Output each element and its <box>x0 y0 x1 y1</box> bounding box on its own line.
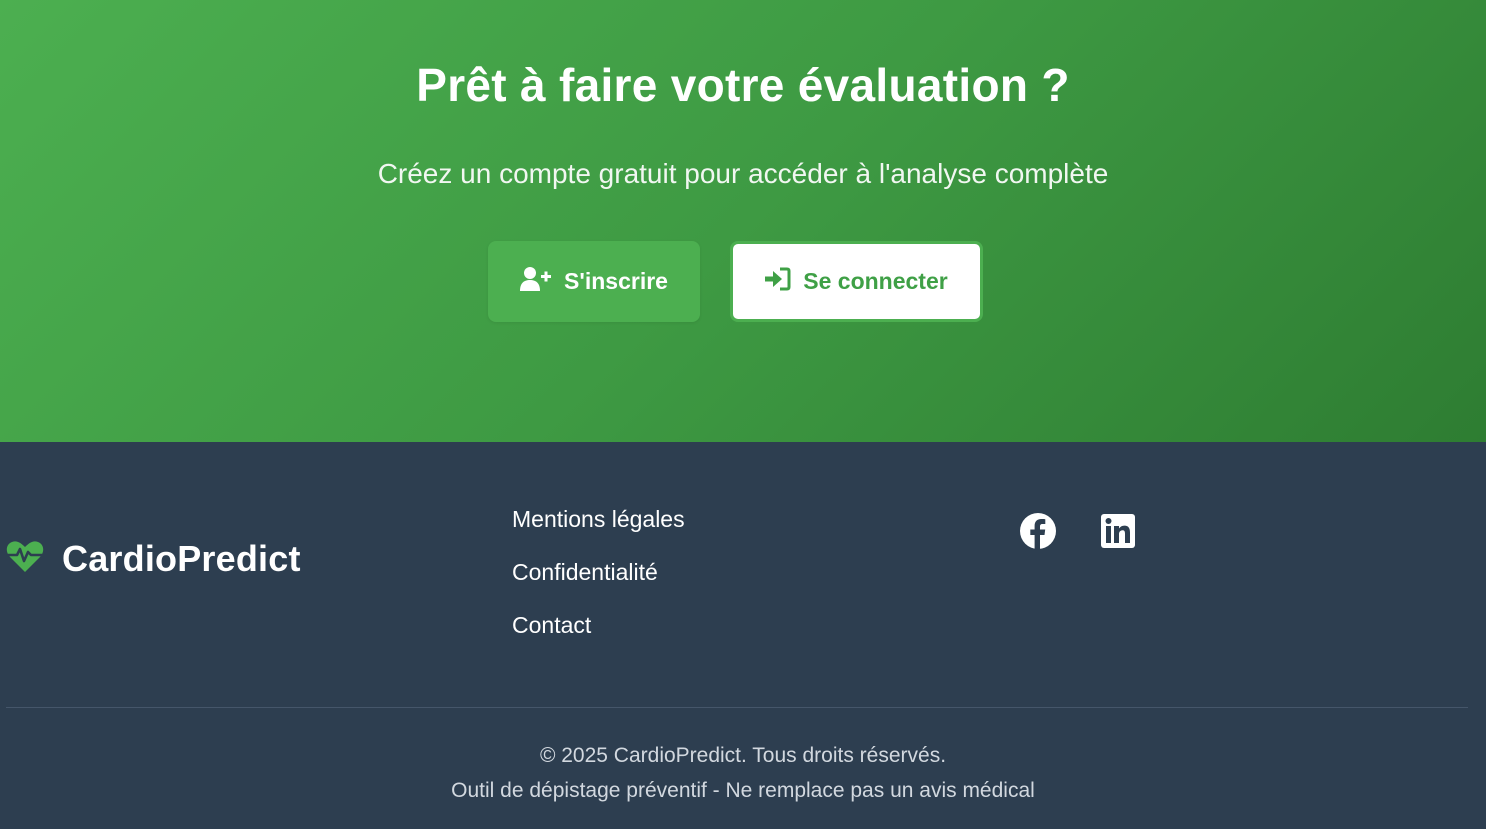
cta-title: Prêt à faire votre évaluation ? <box>416 59 1070 111</box>
disclaimer-text: Outil de dépistage préventif - Ne rempla… <box>451 779 1035 802</box>
brand[interactable]: CardioPredict <box>6 538 301 580</box>
facebook-icon[interactable] <box>1019 512 1057 555</box>
user-plus-icon <box>520 266 564 298</box>
footer-divider <box>6 707 1468 708</box>
register-label: S'inscrire <box>564 268 668 294</box>
login-label: Se connecter <box>803 268 948 294</box>
contact-link[interactable]: Contact <box>512 610 685 640</box>
copyright-text: © 2025 CardioPredict. Tous droits réserv… <box>539 744 947 767</box>
privacy-link[interactable]: Confidentialité <box>512 557 685 587</box>
footer: CardioPredict Mentions légales Confident… <box>0 442 1486 829</box>
legal-notice-link[interactable]: Mentions légales <box>512 504 685 534</box>
register-button[interactable]: S'inscrire <box>488 241 700 322</box>
sign-in-icon <box>765 267 803 297</box>
login-button[interactable]: Se connecter <box>730 241 983 322</box>
linkedin-icon[interactable] <box>1101 514 1135 553</box>
footer-links: Mentions légales Confidentialité Contact <box>512 504 685 663</box>
cta-subtitle: Créez un compte gratuit pour accéder à l… <box>377 158 1109 189</box>
brand-name: CardioPredict <box>62 538 301 579</box>
heart-pulse-icon <box>6 540 44 579</box>
cta-section: Prêt à faire votre évaluation ? Créez un… <box>0 0 1486 442</box>
social-links <box>1019 512 1135 555</box>
